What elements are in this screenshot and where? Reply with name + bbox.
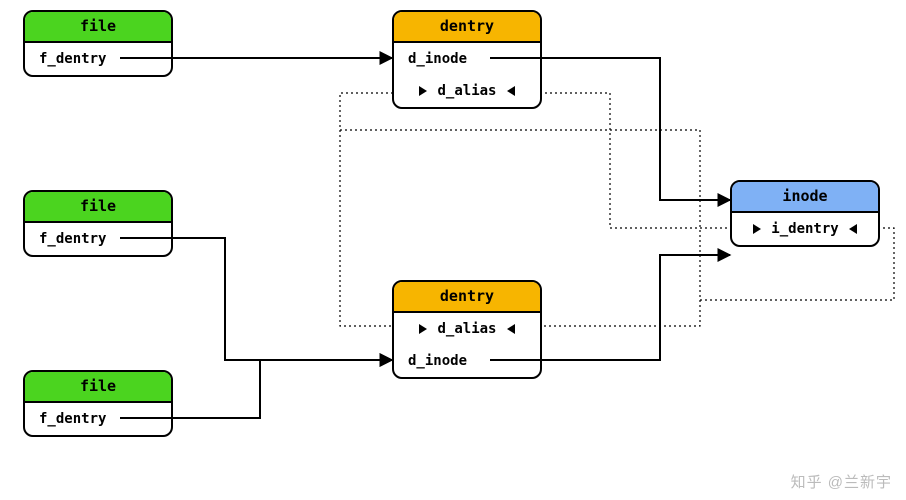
edge-idlist-dalias2-loop bbox=[340, 130, 392, 326]
box-inode: inode i_dentry bbox=[730, 180, 880, 247]
box-inode-i-dentry-label: i_dentry bbox=[771, 221, 838, 237]
box-dentry-2-d-alias-label: d_alias bbox=[437, 321, 496, 337]
box-dentry-2-d-alias: d_alias bbox=[394, 313, 540, 345]
box-file-2-field: f_dentry bbox=[25, 223, 171, 255]
arrow-in-icon bbox=[507, 324, 515, 334]
arrow-in-icon bbox=[849, 224, 857, 234]
box-dentry-1-d-inode: d_inode bbox=[394, 43, 540, 75]
watermark: 知乎 @兰新宇 bbox=[791, 471, 892, 492]
box-dentry-2: dentry d_alias d_inode bbox=[392, 280, 542, 379]
box-dentry-2-d-inode: d_inode bbox=[394, 345, 540, 377]
box-file-2-header: file bbox=[25, 192, 171, 223]
box-inode-i-dentry: i_dentry bbox=[732, 213, 878, 245]
box-dentry-2-header: dentry bbox=[394, 282, 540, 313]
box-dentry-1-d-alias-label: d_alias bbox=[437, 83, 496, 99]
arrow-in-icon bbox=[753, 224, 761, 234]
arrow-in-icon bbox=[419, 86, 427, 96]
box-inode-header: inode bbox=[732, 182, 878, 213]
edge-idlist-idry-to-dalias2 bbox=[542, 300, 700, 326]
box-file-1-header: file bbox=[25, 12, 171, 43]
arrow-in-icon bbox=[419, 324, 427, 334]
box-file-3-field: f_dentry bbox=[25, 403, 171, 435]
arrow-in-icon bbox=[507, 86, 515, 96]
box-file-2: file f_dentry bbox=[23, 190, 173, 257]
edge-idlist-idry-to-dalias1-left bbox=[542, 93, 732, 228]
box-dentry-1: dentry d_inode d_alias bbox=[392, 10, 542, 109]
box-dentry-1-d-alias: d_alias bbox=[394, 75, 540, 107]
box-file-1: file f_dentry bbox=[23, 10, 173, 77]
box-file-3-header: file bbox=[25, 372, 171, 403]
box-dentry-1-header: dentry bbox=[394, 12, 540, 43]
box-file-3: file f_dentry bbox=[23, 370, 173, 437]
box-file-1-field: f_dentry bbox=[25, 43, 171, 75]
